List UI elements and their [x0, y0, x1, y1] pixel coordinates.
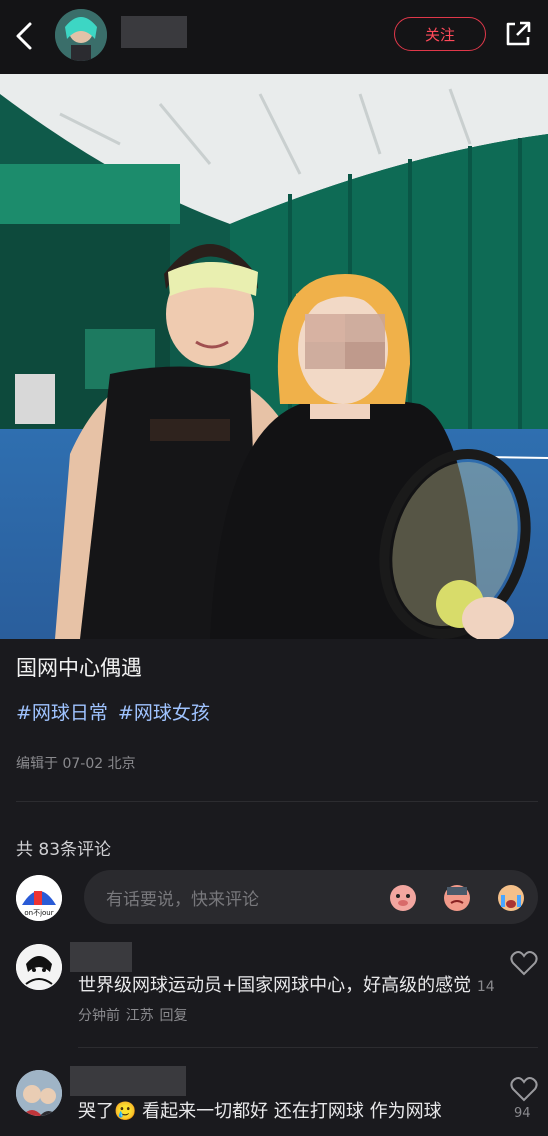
like-icon[interactable]	[510, 1076, 538, 1102]
post-tags: #网球日常 #网球女孩	[16, 698, 220, 725]
reply-button[interactable]: 回复	[159, 1008, 187, 1024]
commenter-name-blurred[interactable]	[70, 942, 132, 972]
comment-divider	[78, 1047, 538, 1048]
my-avatar[interactable]: on不jour	[16, 875, 62, 921]
avatar-text: on不jour	[24, 909, 53, 917]
emoji-crying-icon[interactable]	[495, 881, 527, 913]
follow-button[interactable]: 关注	[394, 17, 486, 51]
post-photo[interactable]	[0, 74, 548, 639]
comment-location: 江苏	[125, 1008, 154, 1024]
divider	[16, 801, 538, 802]
commenter-avatar[interactable]	[16, 1070, 62, 1116]
emoji-pig-icon[interactable]	[387, 881, 419, 913]
comment-count: 共 83条评论	[16, 840, 112, 860]
back-icon[interactable]	[10, 18, 40, 54]
post-title: 国网中心偶遇	[16, 656, 142, 680]
tag-link[interactable]: #网球女孩	[118, 702, 210, 724]
comment-input[interactable]: 有话要说，快来评论	[84, 870, 538, 924]
commenter-avatar[interactable]	[16, 944, 62, 990]
author-name-blurred[interactable]	[121, 16, 187, 48]
comment-body: 世界级网球运动员+国家网球中心，好高级的感觉 14分钟前 江苏 回复	[78, 972, 498, 1030]
like-count: 94	[514, 1106, 531, 1121]
top-bar: 关注	[0, 0, 548, 74]
like-icon[interactable]	[510, 950, 538, 976]
comment-text: 世界级网球运动员+国家网球中心，好高级的感觉	[78, 975, 472, 996]
comment-text: 哭了🥲 看起来一切都好 还在打网球 作为网球	[78, 1101, 442, 1122]
emoji-angry-icon[interactable]	[441, 881, 473, 913]
share-icon[interactable]	[502, 18, 534, 50]
tag-link[interactable]: #网球日常	[16, 702, 108, 724]
author-avatar[interactable]	[55, 9, 107, 61]
post-meta: 编辑于 07-02 北京	[16, 756, 136, 772]
commenter-name-blurred[interactable]	[70, 1066, 186, 1096]
comment-placeholder: 有话要说，快来评论	[106, 890, 259, 910]
